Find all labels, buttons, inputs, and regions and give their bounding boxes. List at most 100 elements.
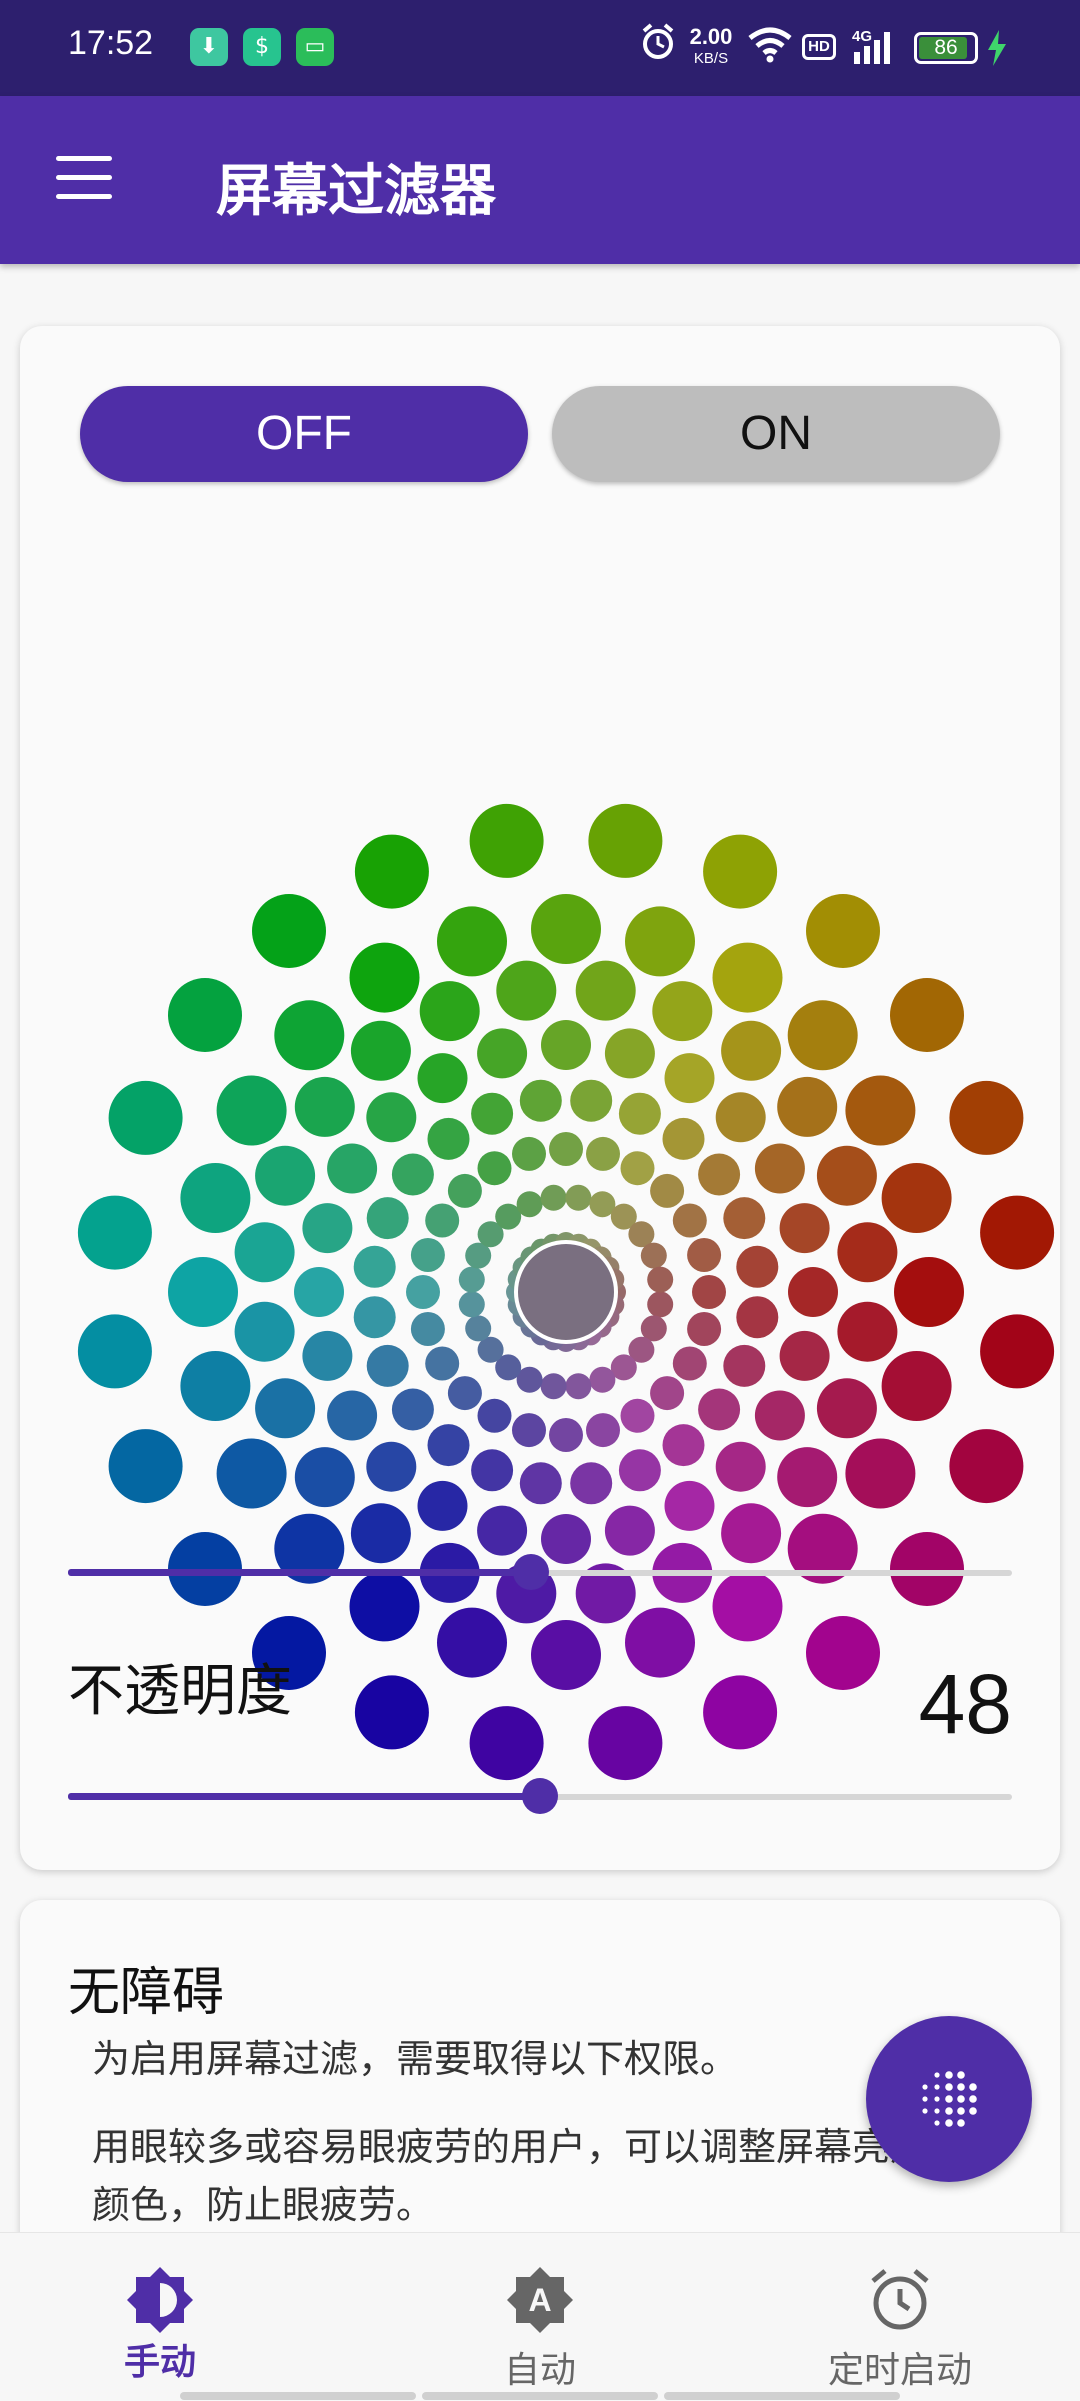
color-dot[interactable] xyxy=(549,1132,583,1166)
color-dot[interactable] xyxy=(652,981,713,1042)
color-dot[interactable] xyxy=(715,1092,766,1143)
color-dot[interactable] xyxy=(427,1424,470,1467)
color-dot[interactable] xyxy=(353,1245,396,1288)
color-dot[interactable] xyxy=(234,1301,295,1362)
color-dot[interactable] xyxy=(779,1203,830,1254)
color-dot[interactable] xyxy=(662,1117,705,1160)
color-dot[interactable] xyxy=(108,1080,183,1155)
color-dot[interactable] xyxy=(650,1173,685,1208)
color-dot[interactable] xyxy=(469,803,544,878)
color-dot[interactable] xyxy=(180,1163,251,1233)
color-dot[interactable] xyxy=(620,1151,655,1186)
color-dot[interactable] xyxy=(816,1145,877,1206)
filter-fab-button[interactable] xyxy=(866,2016,1032,2182)
color-dot[interactable] xyxy=(980,1314,1055,1389)
color-dot[interactable] xyxy=(294,1447,355,1508)
color-dot[interactable] xyxy=(754,1143,805,1194)
color-dot[interactable] xyxy=(806,894,880,968)
color-slider[interactable] xyxy=(68,1552,1012,1592)
color-dot[interactable] xyxy=(620,1398,655,1433)
color-dot[interactable] xyxy=(723,1344,766,1387)
color-dot[interactable] xyxy=(777,1076,838,1137)
color-dot[interactable] xyxy=(625,906,695,977)
color-dot[interactable] xyxy=(327,1143,378,1194)
color-dot[interactable] xyxy=(496,960,557,1021)
color-dot[interactable] xyxy=(366,1441,417,1492)
color-dot[interactable] xyxy=(447,1376,482,1411)
color-dot[interactable] xyxy=(512,1136,546,1171)
color-dot[interactable] xyxy=(108,1429,183,1504)
color-dot[interactable] xyxy=(410,1238,445,1272)
color-dot[interactable] xyxy=(471,1092,514,1135)
color-dot[interactable] xyxy=(586,1136,620,1171)
color-dot[interactable] xyxy=(588,803,663,878)
color-dot[interactable] xyxy=(640,1242,667,1269)
color-dot[interactable] xyxy=(570,1462,613,1505)
color-dot[interactable] xyxy=(894,1257,964,1327)
color-dot[interactable] xyxy=(664,1053,715,1104)
color-dot[interactable] xyxy=(216,1438,287,1509)
color-dot[interactable] xyxy=(647,1266,674,1293)
color-dot[interactable] xyxy=(618,1092,661,1135)
color-dot[interactable] xyxy=(541,1020,591,1070)
color-dot[interactable] xyxy=(698,1153,741,1196)
color-dot[interactable] xyxy=(349,942,420,1013)
color-dot[interactable] xyxy=(736,1245,779,1288)
color-dot[interactable] xyxy=(366,1092,417,1143)
color-dot[interactable] xyxy=(604,1505,655,1556)
color-dot[interactable] xyxy=(586,1413,620,1448)
color-dot[interactable] xyxy=(712,942,783,1013)
color-dot[interactable] xyxy=(519,1079,562,1122)
color-dot[interactable] xyxy=(647,1291,674,1318)
color-dot[interactable] xyxy=(425,1203,460,1238)
color-dot[interactable] xyxy=(837,1301,898,1362)
color-dot[interactable] xyxy=(458,1266,485,1293)
color-dot[interactable] xyxy=(252,894,326,968)
color-dot[interactable] xyxy=(458,1291,485,1318)
color-dot[interactable] xyxy=(881,1163,952,1233)
color-dot[interactable] xyxy=(703,834,778,909)
color-dot[interactable] xyxy=(721,1020,782,1081)
color-dot[interactable] xyxy=(216,1075,287,1146)
color-dot[interactable] xyxy=(687,1238,722,1272)
color-dot[interactable] xyxy=(540,1373,567,1400)
color-dot[interactable] xyxy=(302,1330,353,1381)
menu-icon[interactable] xyxy=(56,156,112,200)
color-dot[interactable] xyxy=(565,1373,592,1400)
color-dot[interactable] xyxy=(255,1378,316,1439)
color-dot[interactable] xyxy=(327,1390,378,1441)
color-dot[interactable] xyxy=(302,1203,353,1254)
color-dot[interactable] xyxy=(427,1117,470,1160)
color-dot[interactable] xyxy=(516,1191,543,1218)
on-button[interactable]: ON xyxy=(552,386,1000,482)
color-dot[interactable] xyxy=(437,1607,507,1678)
off-button[interactable]: OFF xyxy=(80,386,528,482)
color-dot[interactable] xyxy=(664,1480,715,1531)
opacity-slider-thumb[interactable] xyxy=(522,1778,558,1814)
color-dot[interactable] xyxy=(469,1706,544,1781)
color-dot[interactable] xyxy=(980,1195,1055,1270)
color-dot[interactable] xyxy=(672,1346,707,1381)
color-dot[interactable] xyxy=(723,1197,766,1240)
color-dot[interactable] xyxy=(391,1388,434,1431)
color-dot[interactable] xyxy=(777,1447,838,1508)
color-dot[interactable] xyxy=(77,1195,152,1270)
color-dot[interactable] xyxy=(353,1296,396,1339)
color-dot[interactable] xyxy=(788,1267,838,1317)
color-dot[interactable] xyxy=(477,1151,512,1186)
color-dot[interactable] xyxy=(570,1079,613,1122)
color-dot[interactable] xyxy=(274,1000,345,1071)
color-dot[interactable] xyxy=(540,1184,567,1211)
color-dot[interactable] xyxy=(447,1173,482,1208)
color-dot[interactable] xyxy=(845,1075,916,1146)
color-dot[interactable] xyxy=(294,1267,344,1317)
color-dot[interactable] xyxy=(234,1222,295,1283)
color-dot[interactable] xyxy=(625,1607,695,1678)
color-dot[interactable] xyxy=(477,1028,528,1079)
color-dot[interactable] xyxy=(471,1449,514,1492)
color-dot[interactable] xyxy=(588,1706,663,1781)
color-dot[interactable] xyxy=(703,1675,778,1750)
tab-scheduled[interactable]: 定时启动 xyxy=(780,2233,1020,2401)
color-dot[interactable] xyxy=(512,1413,546,1448)
color-dot[interactable] xyxy=(437,906,507,977)
